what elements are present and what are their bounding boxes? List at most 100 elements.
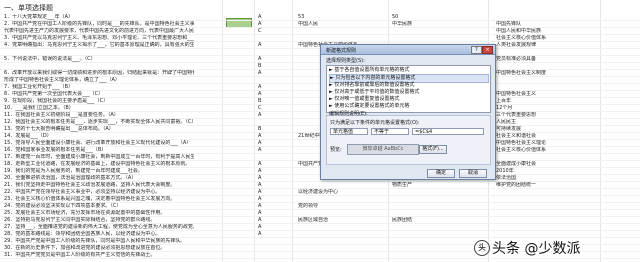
answer-cell-a[interactable]: B bbox=[258, 63, 268, 69]
question-cell[interactable]: 12．我国社会主义的根本任务是___，逐步实现___，不断实现全体人民共同富裕。… bbox=[4, 119, 194, 125]
answer-cell-c[interactable]: 民族团结 bbox=[392, 217, 462, 223]
dialog-titlebar[interactable]: 新建格式规则 ? × bbox=[321, 45, 495, 55]
question-cell[interactable]: 26．坚持把马克思列宁主义同中国实际相结合，坚持党的群众路线。 bbox=[4, 217, 194, 223]
question-cell[interactable]: 16．党和国家事业发展的根本任务是___（B） bbox=[4, 147, 194, 153]
question-cell[interactable]: 15．党领导人民全面建设小康社会、进行改革开放和社会主义现代化建设的___（A） bbox=[4, 140, 194, 146]
answer-cell-d[interactable]: 全面建成小康社会 bbox=[496, 161, 596, 167]
question-cell[interactable]: 7．我国工业化开始于___（B） bbox=[4, 84, 194, 90]
rule-type-item[interactable]: ► 基于各自值设置所有单元格的格式 bbox=[329, 67, 487, 74]
answer-cell-a[interactable]: A bbox=[258, 182, 268, 188]
value-input[interactable]: =$C$4 bbox=[412, 128, 484, 135]
answer-cell-a[interactable]: A bbox=[258, 196, 268, 202]
answer-cell-b[interactable]: 53 bbox=[298, 14, 378, 20]
question-cell[interactable]: 10．___是我们立国之本。（B） bbox=[4, 105, 194, 111]
answer-cell-a[interactable]: C bbox=[258, 105, 268, 111]
answer-cell-a[interactable]: A bbox=[258, 112, 268, 118]
operator-select[interactable]: 不等于 bbox=[371, 128, 409, 135]
question-cell[interactable]: 8．中国共产党第一次全国代表大会___（C） bbox=[4, 91, 194, 97]
answer-cell-d[interactable]: 人类社会发展规律 bbox=[496, 42, 596, 48]
question-cell[interactable]: 30．在新的历史条件下，加强和改进党的建设必须把思想建设放在首位。 bbox=[4, 245, 194, 251]
answer-cell-d[interactable]: 社会主义核心价值体系 bbox=[496, 35, 596, 41]
answer-cell-a[interactable]: A bbox=[258, 140, 268, 146]
answer-cell-a[interactable]: A bbox=[258, 168, 268, 174]
question-cell[interactable]: 1．十八大党章规定___年（A） bbox=[4, 14, 194, 20]
answer-cell-d[interactable]: 中国特色社会主义理论 bbox=[496, 140, 596, 146]
answer-cell-c[interactable]: 物质生产 bbox=[392, 182, 462, 188]
question-cell[interactable]: 3．中国共产党以马克思列宁主义、毛泽东思想、邓小平理论、三个代表重要思想和___… bbox=[4, 35, 194, 41]
answer-cell-a[interactable]: B bbox=[258, 98, 268, 104]
question-cell[interactable]: 29．中国共产党是中国工人阶级的先锋队，同时是中国人民和中华民族的先锋队。 bbox=[4, 238, 194, 244]
answer-cell-a[interactable]: A bbox=[258, 161, 268, 167]
answer-cell-d[interactable]: 三个代表重要思想 bbox=[496, 112, 596, 118]
question-cell[interactable]: 24．党的建设必须坚决实现以下四项基本要求。（C） bbox=[4, 203, 194, 209]
question-cell[interactable]: 18．走新型工业化道路，在发展经济的基础上，建设中国特色社会主义的根本原则。 bbox=[4, 161, 194, 167]
rule-type-item[interactable]: ► 仅对排名靠前或靠后的数值设置格式 bbox=[329, 82, 487, 89]
answer-cell-d[interactable]: 维护党的团结统一 bbox=[496, 182, 596, 188]
question-cell[interactable]: 17．到建党一百年时，全面建成小康社会，到新中国成立一百年时，有利于提高人民生活… bbox=[4, 154, 194, 160]
rule-type-item[interactable]: ► 使用公式确定要设置格式的单元格 bbox=[329, 103, 487, 110]
answer-cell-a[interactable]: B bbox=[258, 126, 268, 132]
answer-cell-d[interactable]: 中国人民和中华民族 bbox=[496, 28, 596, 34]
question-cell[interactable]: 25．发展社会主义市场经济，充分发挥市场在资源配置中的基础性作用。 bbox=[4, 210, 194, 216]
answer-cell-a[interactable]: A bbox=[258, 42, 268, 48]
question-cell[interactable]: 代表中国先进生产力的发展要求，代表中国先进文化的前进方向，代表中国最广大人民的根… bbox=[4, 28, 194, 34]
question-cell[interactable]: 13．党的十七大报告明确提出___总体布局。（A） bbox=[4, 126, 194, 132]
close-button[interactable]: × bbox=[482, 46, 493, 54]
answer-cell-c[interactable]: 中华民族 bbox=[392, 21, 462, 27]
answer-cell-a[interactable]: A bbox=[258, 91, 268, 97]
question-cell[interactable]: 9．在现阶段，我国社会的主要矛盾是___（C） bbox=[4, 98, 194, 104]
answer-cell-a[interactable]: A bbox=[258, 175, 268, 181]
question-cell[interactable]: 20．全面推进依法治国，法治是治国理政的基本方式。（A） bbox=[4, 175, 194, 181]
cancel-button[interactable]: 取消 bbox=[459, 169, 487, 178]
question-cell[interactable]: 形成了中国特色社会主义理论体系，确立了___（A） bbox=[4, 77, 194, 83]
answer-cell-a[interactable]: A bbox=[258, 224, 268, 230]
cell-value-select[interactable]: 单元格值 bbox=[330, 128, 368, 135]
answer-cell-d[interactable]: 2010年 bbox=[496, 168, 596, 174]
question-cell[interactable]: 6．改革开放以来我们取得一切成绩和进步的根本原因，归结起来就是：开辟了中国特色社… bbox=[4, 70, 194, 76]
answer-cell-a[interactable]: A bbox=[258, 210, 268, 216]
question-cell[interactable]: 21．我们党坚持走中国特色社会主义政治发展道路，坚持人民代表大会制度。 bbox=[4, 182, 194, 188]
question-cell[interactable]: 27．坚持___，全面推进党的建设新的伟大工程，使党成为全心全意为人民服务的政党… bbox=[4, 224, 194, 230]
answer-cell-d[interactable]: 依法治国 bbox=[496, 175, 596, 181]
answer-cell-d[interactable]: 中国特色社会主义制度 bbox=[496, 70, 596, 76]
answer-cell-a[interactable]: A bbox=[258, 21, 268, 27]
answer-cell-a[interactable]: A bbox=[258, 203, 268, 209]
question-cell[interactable]: 11．在我国社会主义初级阶段___是首要任务。（A） bbox=[4, 112, 194, 118]
rule-type-item[interactable]: ► 仅对唯一值或重复值设置格式 bbox=[329, 96, 487, 103]
answer-cell-a[interactable]: A bbox=[258, 147, 268, 153]
answer-cell-b[interactable]: 民族区域自治 bbox=[298, 217, 378, 223]
rule-type-item[interactable]: ► 仅对高于或低于平均值的数值设置格式 bbox=[329, 89, 487, 96]
answer-cell-a[interactable]: A bbox=[258, 70, 268, 76]
answer-cell-d[interactable]: 中国先锋队 bbox=[496, 21, 596, 27]
answer-cell-d[interactable]: 社会主义核心价值体系 bbox=[496, 147, 596, 153]
answer-cell-a[interactable]: A bbox=[258, 84, 268, 90]
answer-cell-d[interactable]: 中国特色社会主义 bbox=[496, 91, 596, 97]
answer-cell-b[interactable]: 以经济建设为中心 bbox=[298, 189, 378, 195]
answer-cell-b[interactable]: 中国人民 bbox=[298, 21, 378, 27]
question-cell[interactable]: 22．中国共产党在领导社会主义事业中，必须坚持以经济建设为中心。 bbox=[4, 189, 194, 195]
answer-cell-d[interactable]: 可持续发展 bbox=[496, 126, 596, 132]
question-cell[interactable]: 5．下列说法中，错误的说法是___。（C） bbox=[4, 56, 194, 62]
question-cell[interactable]: 28．党的基本路线是：领导和团结全国各族人民，以经济建设为中心。 bbox=[4, 231, 194, 237]
answer-cell-a[interactable]: A bbox=[258, 189, 268, 195]
answer-cell-a[interactable]: A bbox=[258, 14, 268, 20]
answer-cell-a[interactable]: A bbox=[258, 133, 268, 139]
format-button[interactable]: 格式(F)... bbox=[419, 145, 447, 154]
answer-cell-a[interactable]: A bbox=[258, 231, 268, 237]
help-button[interactable]: ? bbox=[471, 46, 482, 54]
ok-button[interactable]: 确定 bbox=[427, 169, 455, 178]
answer-cell-b[interactable]: 党的领导 bbox=[298, 203, 378, 209]
answer-cell-a[interactable]: A bbox=[258, 217, 268, 223]
answer-cell-d[interactable]: 人民民主 bbox=[496, 119, 596, 125]
answer-cell-d[interactable]: 党员标准必须具备 bbox=[496, 56, 596, 62]
answer-cell-d[interactable]: 上百年 bbox=[496, 98, 596, 104]
question-cell[interactable]: 4．党章明确指出：马克思列宁主义揭示了___，它的基本原理是正确的，具有强大的生… bbox=[4, 42, 194, 48]
answer-cell-d[interactable]: 社会主义和谐社会 bbox=[496, 133, 596, 139]
answer-cell-d[interactable]: 12个月 bbox=[496, 105, 596, 111]
question-cell[interactable]: 14．发展是___（D） bbox=[4, 133, 194, 139]
question-cell[interactable]: 23．社会主义核心价值体系是兴国之魂，决定着中国特色社会主义发展方向。 bbox=[4, 196, 194, 202]
question-cell[interactable]: 2．中国共产党在中国工人阶级的先锋队，同时是___的先锋队，是中国特色社会主义事… bbox=[4, 21, 194, 27]
answer-cell-a[interactable]: A bbox=[258, 56, 268, 62]
question-cell[interactable]: 19．我们的党是为人民服务的，到建党一百年时建成___社会。 bbox=[4, 168, 194, 174]
question-cell[interactable]: 31．中国共产党党员是中国工人阶级的有共产主义觉悟的先锋战士。 bbox=[4, 252, 194, 258]
